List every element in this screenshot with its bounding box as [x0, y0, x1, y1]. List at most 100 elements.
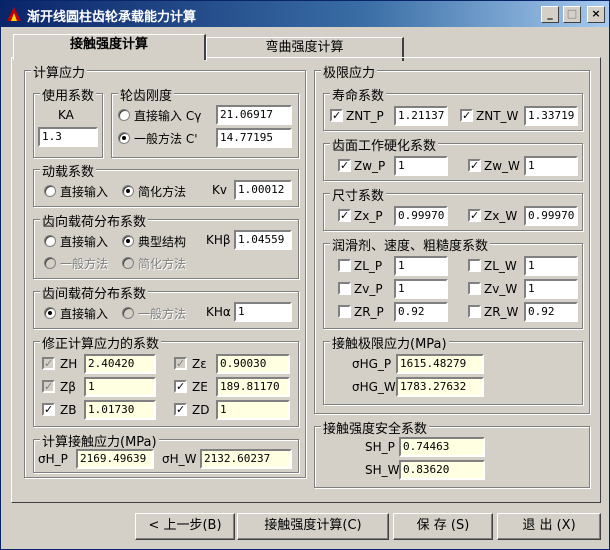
zl-w-label: ZL_W — [484, 259, 517, 273]
zl-w-checkbox[interactable] — [468, 259, 481, 272]
zl-p-checkbox[interactable] — [338, 259, 351, 272]
main-window: 渐开线圆柱齿轮承载能力计算 _ □ × 接触强度计算 弯曲强度计算 计算应力 使… — [0, 0, 610, 550]
c-gamma-input[interactable]: 21.06917 — [216, 105, 292, 125]
face-typical-radio[interactable] — [122, 235, 134, 247]
zb-checkbox[interactable]: ✓ — [42, 403, 55, 416]
face-direct-label: 直接输入 — [60, 235, 109, 249]
stiffness-direct-radio[interactable] — [118, 109, 130, 121]
contact-calc-button[interactable]: 接触强度计算(C) — [237, 513, 389, 540]
znt-p-input[interactable]: 1.21137 — [394, 106, 448, 126]
sh-p-input[interactable]: 0.74463 — [399, 437, 485, 457]
maximize-button[interactable]: □ — [563, 6, 581, 23]
zx-w-checkbox[interactable]: ✓ — [468, 209, 481, 222]
zv-p-label: Zv_P — [354, 282, 383, 296]
znt-w-input[interactable]: 1.33719 — [524, 106, 578, 126]
group-tooth-stiffness: 轮齿刚度 直接输入 Cγ 21.06917 一般方法 C' 14.77195 — [111, 85, 299, 158]
kh-beta-input[interactable]: 1.04559 — [234, 230, 292, 250]
z-epsilon-input[interactable]: 0.90030 — [216, 354, 290, 374]
contact-stress-title: 计算接触应力(MPa) — [40, 431, 159, 450]
ka-input[interactable]: 1.3 — [38, 127, 98, 147]
group-dynamic-factor: 动载系数 直接输入 简化方法 Kv 1.00012 — [33, 161, 299, 207]
minimize-button[interactable]: _ — [541, 6, 559, 23]
stiffness-direct-label: 直接输入 Cγ — [134, 109, 202, 123]
znt-p-checkbox[interactable]: ✓ — [330, 109, 343, 122]
zv-w-checkbox[interactable] — [468, 282, 481, 295]
tab-panel: 计算应力 使用系数 KA 1.3 轮齿刚度 直接输入 Cγ 21.06917 一… — [11, 57, 601, 503]
transverse-direct-radio[interactable] — [44, 307, 56, 319]
sigma-hg-w-input[interactable]: 1783.27632 — [396, 377, 484, 397]
zw-w-checkbox[interactable]: ✓ — [468, 159, 481, 172]
zb-label: ZB — [60, 403, 77, 417]
kv-label: Kv — [212, 183, 227, 197]
zl-p-input[interactable]: 1 — [394, 256, 448, 276]
zx-p-checkbox[interactable]: ✓ — [338, 209, 351, 222]
zd-input[interactable]: 1 — [216, 400, 290, 420]
dynamic-simplified-label: 简化方法 — [138, 185, 187, 199]
zv-w-input[interactable]: 1 — [524, 279, 578, 299]
ze-input[interactable]: 189.81170 — [216, 377, 290, 397]
zh-input[interactable]: 2.40420 — [84, 354, 156, 374]
face-typical-label: 典型结构 — [138, 235, 187, 249]
zx-w-input[interactable]: 0.99970 — [524, 206, 578, 226]
exit-button[interactable]: 退 出 (X) — [497, 513, 601, 540]
z-beta-input[interactable]: 1 — [84, 377, 156, 397]
stiffness-title: 轮齿刚度 — [118, 85, 175, 104]
tab-contact-strength[interactable]: 接触强度计算 — [13, 34, 206, 60]
z-epsilon-checkbox: ✓ — [174, 357, 187, 370]
sh-p-label: SH_P — [365, 440, 395, 454]
zr-w-input[interactable]: 0.92 — [524, 302, 578, 322]
zv-p-input[interactable]: 1 — [394, 279, 448, 299]
face-simplified-radio — [122, 257, 134, 269]
zw-p-input[interactable]: 1 — [394, 156, 448, 176]
kv-input[interactable]: 1.00012 — [234, 180, 292, 200]
zw-w-input[interactable]: 1 — [524, 156, 578, 176]
group-contact-stress: 计算接触应力(MPa) σH_P 2169.49639 σH_W 2132.60… — [33, 431, 299, 473]
zx-p-label: Zx_P — [354, 209, 383, 223]
ze-checkbox[interactable]: ✓ — [174, 380, 187, 393]
group-calc-stress-title: 计算应力 — [31, 62, 88, 81]
group-face-load-factor: 齿向载荷分布系数 直接输入 典型结构 KHβ 1.04559 一般方法 简化方法 — [33, 211, 299, 279]
zr-p-checkbox[interactable] — [338, 305, 351, 318]
stiffness-general-label: 一般方法 C' — [134, 132, 198, 146]
zv-p-checkbox[interactable] — [338, 282, 351, 295]
zr-w-checkbox[interactable] — [468, 305, 481, 318]
zr-p-label: ZR_P — [354, 305, 384, 319]
face-direct-radio[interactable] — [44, 235, 56, 247]
zl-p-label: ZL_P — [354, 259, 383, 273]
zx-p-input[interactable]: 0.99970 — [394, 206, 448, 226]
sigma-h-p-input[interactable]: 2169.49639 — [76, 449, 154, 469]
group-limit-stress: 极限应力 寿命系数 ✓ ZNT_P 1.21137 ✓ ZNT_W 1.3371… — [314, 62, 590, 414]
group-calc-stress: 计算应力 使用系数 KA 1.3 轮齿刚度 直接输入 Cγ 21.06917 一… — [24, 62, 306, 478]
znt-w-label: ZNT_W — [476, 109, 519, 123]
zh-label: ZH — [60, 357, 78, 371]
sigma-hg-p-input[interactable]: 1615.48279 — [396, 354, 484, 374]
ze-label: ZE — [192, 380, 208, 394]
sigma-h-w-input[interactable]: 2132.60237 — [200, 449, 292, 469]
zd-checkbox[interactable]: ✓ — [174, 403, 187, 416]
c-prime-input[interactable]: 14.77195 — [216, 128, 292, 148]
window-title: 渐开线圆柱齿轮承载能力计算 — [27, 10, 197, 25]
title-bar[interactable]: 渐开线圆柱齿轮承载能力计算 _ □ × — [1, 1, 609, 27]
dynamic-simplified-radio[interactable] — [122, 185, 134, 197]
zw-p-checkbox[interactable]: ✓ — [338, 159, 351, 172]
zb-input[interactable]: 1.01730 — [84, 400, 156, 420]
contact-limit-title: 接触极限应力(MPa) — [330, 333, 449, 352]
kh-alpha-input[interactable]: 1 — [234, 302, 292, 322]
sh-w-input[interactable]: 0.83620 — [399, 460, 485, 480]
group-hardening-factor: 齿面工作硬化系数 ✓ Zw_P 1 ✓ Zw_W 1 — [323, 135, 583, 181]
stiffness-general-radio[interactable] — [118, 132, 130, 144]
dynamic-direct-radio[interactable] — [44, 185, 56, 197]
zr-w-label: ZR_W — [484, 305, 519, 319]
kh-alpha-label: KHα — [206, 305, 231, 319]
group-lubrication-factor: 润滑剂、速度、粗糙度系数 ZL_P 1 ZL_W 1 Zv_P 1 Zv_W 1… — [323, 235, 583, 329]
close-button[interactable]: × — [587, 6, 605, 23]
zl-w-input[interactable]: 1 — [524, 256, 578, 276]
save-button[interactable]: 保 存 (S) — [393, 513, 493, 540]
prev-step-button[interactable]: < 上一步(B) — [135, 513, 235, 540]
zw-p-label: Zw_P — [354, 159, 386, 173]
znt-w-checkbox[interactable]: ✓ — [460, 109, 473, 122]
hardening-title: 齿面工作硬化系数 — [330, 135, 439, 154]
zx-w-label: Zx_W — [484, 209, 518, 223]
zr-p-input[interactable]: 0.92 — [394, 302, 448, 322]
group-correction-factors: 修正计算应力的系数 ✓ ZH 2.40420 ✓ Zε 0.90030 ✓ Zβ… — [33, 333, 299, 427]
